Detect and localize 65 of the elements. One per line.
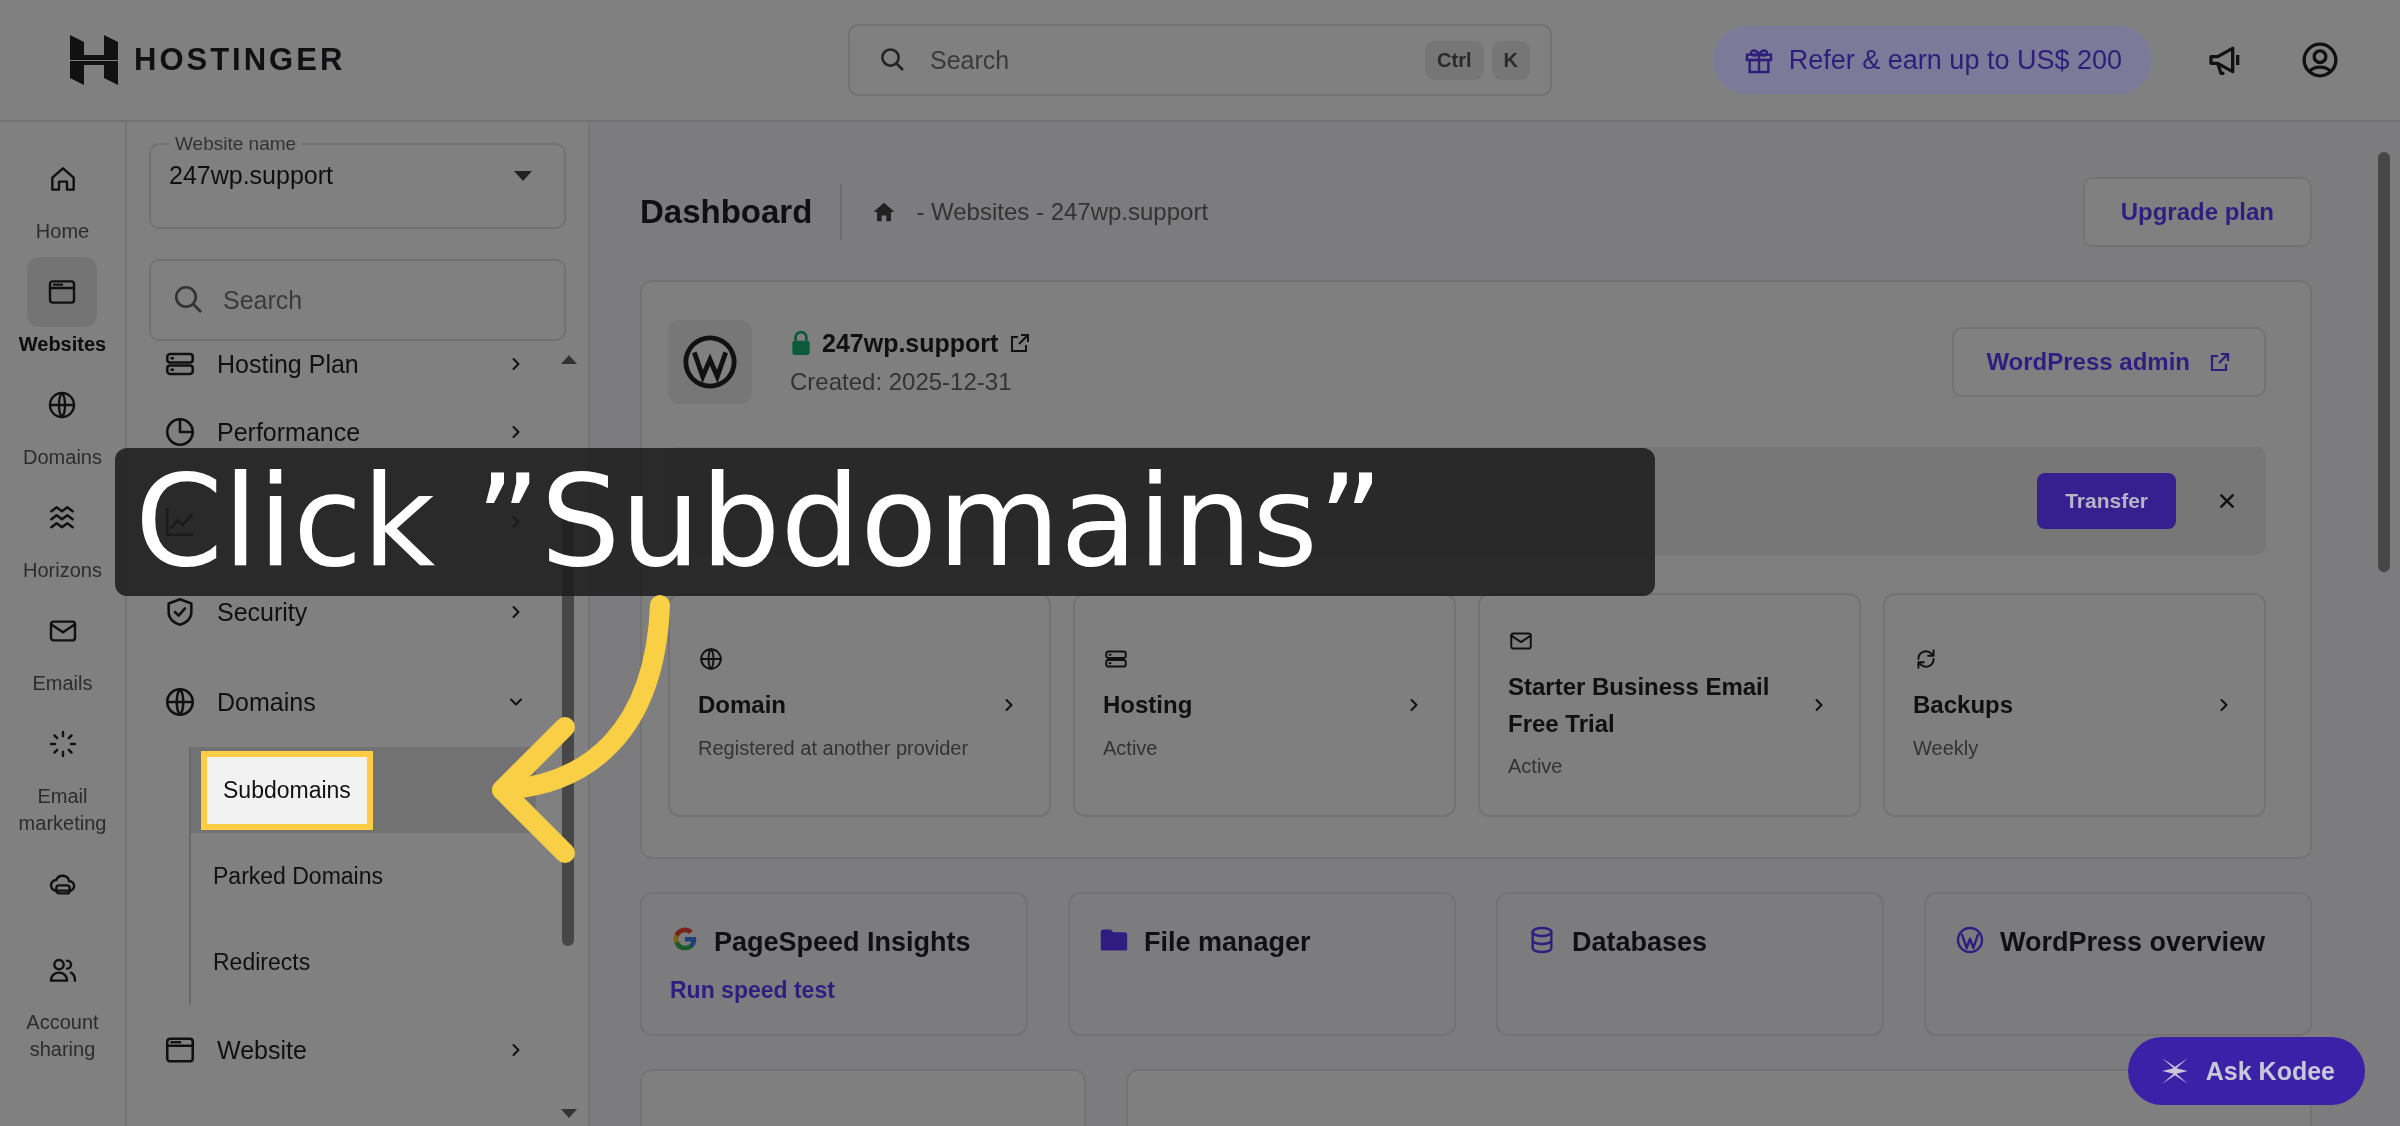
tool-title: Databases xyxy=(1572,926,1708,959)
submenu-item[interactable]: Parked Domains xyxy=(191,862,406,890)
tool-card[interactable]: WordPress overview xyxy=(1924,892,2312,1036)
service-status: Active xyxy=(1508,754,1564,780)
account-icon[interactable] xyxy=(2300,40,2340,80)
rail-label[interactable]: Domains xyxy=(23,444,102,471)
submenu-row[interactable]: Redirects xyxy=(191,919,536,1005)
rail-label[interactable]: Home xyxy=(35,218,90,245)
breadcrumb: - Websites - 247wp.support xyxy=(916,198,1209,226)
service-status: Active xyxy=(1103,735,1159,761)
tool-card[interactable]: PageSpeed Insights Run speed test xyxy=(640,892,1028,1036)
rail-label[interactable]: Horizons xyxy=(23,557,102,584)
page-title: Dashboard xyxy=(640,193,813,231)
scrollbar-thumb[interactable] xyxy=(2378,152,2390,572)
tool-card[interactable]: Databases xyxy=(1496,892,1884,1036)
search-field[interactable]: Search xyxy=(149,259,566,341)
sidebar-item[interactable]: Domains xyxy=(149,657,566,747)
submenu-item[interactable]: Redirects xyxy=(191,948,333,976)
wordpress-icon xyxy=(1954,924,1986,956)
scroll-up-icon[interactable] xyxy=(560,353,578,365)
submenu-row[interactable]: Subdomains xyxy=(191,747,536,833)
upgrade-button[interactable]: Upgrade plan xyxy=(2082,177,2312,247)
wordpress-icon xyxy=(681,333,739,391)
service-title: Hosting xyxy=(1103,690,1194,721)
rail-label[interactable]: Emails xyxy=(32,670,93,697)
external-link-icon xyxy=(2208,350,2232,374)
tool-title: WordPress overview xyxy=(2000,926,2266,959)
rail-label[interactable]: Account sharing xyxy=(8,1009,117,1063)
sidebar-item[interactable]: Website xyxy=(149,1005,566,1095)
wordpress-admin-button[interactable]: WordPress admin xyxy=(1952,327,2266,397)
rail-label[interactable]: Websites xyxy=(18,331,107,358)
shortcut-key: K xyxy=(1491,40,1530,80)
rail-label[interactable]: Email marketing xyxy=(8,783,117,837)
pie-icon xyxy=(163,415,197,449)
submenu-row[interactable]: Parked Domains xyxy=(191,833,536,919)
site-name[interactable]: 247wp.support xyxy=(822,328,999,358)
logo-icon xyxy=(70,35,118,85)
service-status: Registered at another provider xyxy=(698,735,970,761)
tool-title: File manager xyxy=(1144,926,1311,959)
search-field[interactable]: Search Ctrl K xyxy=(848,24,1552,96)
run-test-link[interactable]: Run speed test xyxy=(670,977,998,1004)
lock-icon xyxy=(790,330,812,356)
service-title: Backups xyxy=(1913,690,2015,721)
service-title: Domain xyxy=(698,690,787,721)
globe-icon xyxy=(698,646,724,673)
shortcut-key: Ctrl xyxy=(1425,40,1484,80)
search-input[interactable]: Search xyxy=(221,284,425,316)
refer-button[interactable]: Refer & earn up to US$ 200 xyxy=(1712,26,2152,94)
tool-title: PageSpeed Insights xyxy=(714,926,971,959)
transfer-button[interactable]: Transfer xyxy=(2037,473,2176,529)
dropdown-icon xyxy=(512,168,534,183)
scroll-down-icon[interactable] xyxy=(560,1108,578,1120)
logo-text: HOSTINGER xyxy=(134,42,346,78)
service-title: Starter Business Email Free Trial xyxy=(1508,671,1771,739)
submenu-item[interactable]: Subdomains xyxy=(201,750,373,830)
rail-button[interactable] xyxy=(27,257,98,327)
ask-kodee-button[interactable]: Ask Kodee xyxy=(2127,1037,2365,1105)
hint-tooltip: Click ”Subdomains” xyxy=(115,448,1655,596)
service-card[interactable]: Backups Weekly xyxy=(1883,593,2266,817)
globe-icon xyxy=(163,685,197,719)
service-status: Weekly xyxy=(1913,735,1980,761)
created-date: Created: 2025-12-31 xyxy=(790,367,1013,396)
search-input[interactable]: Search xyxy=(928,44,1418,76)
sidebar-item[interactable]: Hosting Plan xyxy=(149,341,566,387)
tool-card[interactable]: File manager xyxy=(1068,892,1456,1036)
